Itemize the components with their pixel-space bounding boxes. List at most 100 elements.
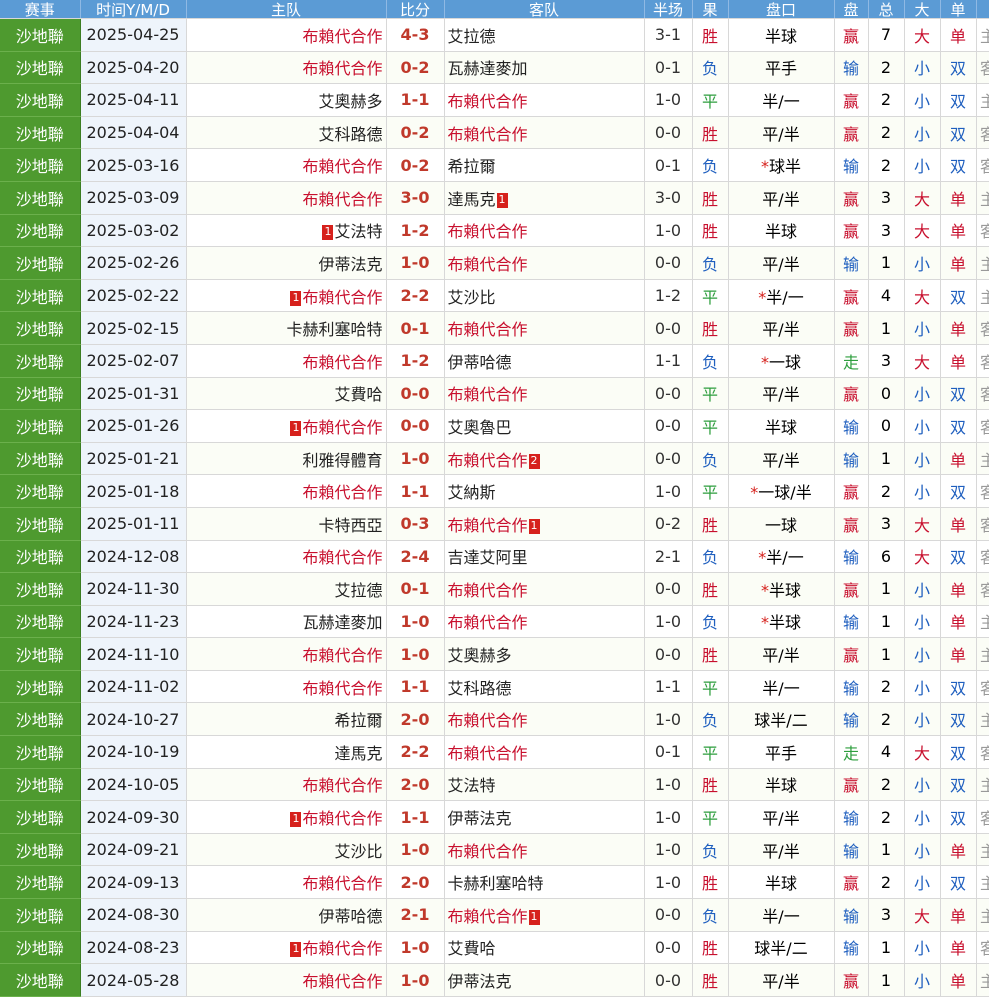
col-handicap[interactable]: 盘口 [728,0,835,19]
league-cell[interactable]: 沙地聯 [0,637,81,671]
away-team-cell[interactable]: 布賴代合作 [444,735,645,769]
away-team-cell[interactable]: 布賴代合作 [444,83,645,117]
home-team-name[interactable]: 希拉爾 [334,711,382,730]
home-team-name[interactable]: 卡赫利塞哈特 [286,320,382,339]
home-team-cell[interactable]: 布賴代合作 [186,670,387,704]
score-cell[interactable]: 0-2 [386,51,445,85]
table-row[interactable]: 沙地聯2024-10-27 希拉爾2-0布賴代合作 1-0负 球半/二 输2小双主 [0,702,989,737]
away-team-cell[interactable]: 布賴代合作 2 [444,442,645,476]
league-cell[interactable]: 沙地聯 [0,214,81,248]
away-team-name[interactable]: 艾奧赫多 [448,646,512,665]
score-cell[interactable]: 0-3 [386,507,445,541]
col-score[interactable]: 比分 [386,0,445,19]
score-cell[interactable]: 1-0 [386,605,445,639]
table-row[interactable]: 沙地聯2025-01-31艾費哈0-0布賴代合作0-0平平/半赢0小双客 [0,377,989,411]
home-team-name[interactable]: 艾費哈 [334,385,382,404]
table-row[interactable]: 沙地聯2024-09-21艾沙比1-0布賴代合作1-0负平/半输1小单主 [0,833,989,867]
table-row[interactable]: 沙地聯2025-04-11 艾奧赫多1-1布賴代合作 1-0平 半/一 赢2小双主 [0,83,989,117]
away-team-name[interactable]: 布賴代合作 [448,451,528,470]
away-team-cell[interactable]: 伊蒂法克 [444,800,645,834]
away-team-name[interactable]: 艾科路德 [448,679,512,698]
away-team-name[interactable]: 布賴代合作 [448,744,528,763]
league-cell[interactable]: 沙地聯 [0,931,81,965]
home-team-cell[interactable]: 1 布賴代合作 [186,409,387,443]
away-team-cell[interactable]: 布賴代合作 [444,572,645,606]
score-cell[interactable]: 0-1 [386,311,445,345]
table-row[interactable]: 沙地聯2024-11-23瓦赫達麥加1-0布賴代合作1-0负*半球输1小单主 [0,605,989,639]
table-row[interactable]: 沙地聯2024-08-231布賴代合作1-0艾費哈0-0胜球半/二输1小单客 [0,931,989,965]
table-row[interactable]: 沙地聯2025-02-26 伊蒂法克1-0布賴代合作 0-0负 平/半 输1小单主 [0,246,989,280]
league-cell[interactable]: 沙地聯 [0,540,81,574]
away-team-cell[interactable]: 艾拉德 [444,18,645,52]
home-team-cell[interactable]: 艾沙比 [186,833,387,867]
away-team-cell[interactable]: 布賴代合作 1 [444,898,645,932]
away-team-cell[interactable]: 布賴代合作 [444,702,645,737]
away-team-cell[interactable]: 艾沙比 [444,279,645,313]
col-home[interactable]: 主队 [186,0,387,19]
score-cell[interactable]: 1-1 [386,670,445,704]
score-cell[interactable]: 0-2 [386,148,445,182]
league-cell[interactable]: 沙地聯 [0,83,81,117]
home-team-name[interactable]: 布賴代合作 [302,288,382,307]
away-team-cell[interactable]: 艾奧魯巴 [444,409,645,443]
score-cell[interactable]: 1-0 [386,442,445,476]
league-cell[interactable]: 沙地聯 [0,311,81,345]
score-cell[interactable]: 0-2 [386,116,445,150]
score-cell[interactable]: 1-1 [386,83,445,117]
away-team-cell[interactable]: 艾費哈 [444,931,645,965]
home-team-cell[interactable]: 布賴代合作 [186,344,387,378]
home-team-cell[interactable]: 瓦赫達麥加 [186,605,387,639]
away-team-name[interactable]: 布賴代合作 [448,842,528,861]
league-cell[interactable]: 沙地聯 [0,474,81,508]
away-team-cell[interactable]: 艾科路德 [444,670,645,704]
home-team-cell[interactable]: 布賴代合作 [186,540,387,574]
away-team-name[interactable]: 布賴代合作 [448,125,528,144]
away-team-name[interactable]: 布賴代合作 [448,907,528,926]
away-team-cell[interactable]: 艾法特 [444,768,645,802]
score-cell[interactable]: 0-0 [386,377,445,411]
league-cell[interactable]: 沙地聯 [0,735,81,769]
league-cell[interactable]: 沙地聯 [0,246,81,280]
table-row[interactable]: 沙地聯2025-01-11卡特西亞0-3布賴代合作10-2胜一球赢3大单客 [0,507,989,541]
score-cell[interactable]: 2-2 [386,735,445,769]
score-cell[interactable]: 1-0 [386,963,445,997]
home-team-name[interactable]: 艾奧赫多 [318,92,382,111]
away-team-cell[interactable]: 布賴代合作 [444,833,645,867]
away-team-name[interactable]: 艾納斯 [448,483,496,502]
home-team-cell[interactable]: 艾科路德 [186,116,387,150]
away-team-cell[interactable]: 布賴代合作 [444,246,645,280]
score-cell[interactable]: 4-3 [386,18,445,52]
score-cell[interactable]: 1-0 [386,246,445,280]
home-team-cell[interactable]: 卡赫利塞哈特 [186,311,387,345]
away-team-name[interactable]: 布賴代合作 [448,711,528,730]
home-team-name[interactable]: 艾沙比 [334,842,382,861]
home-team-cell[interactable]: 艾拉德 [186,572,387,606]
home-team-cell[interactable]: 布賴代合作 [186,474,387,508]
table-row[interactable]: 沙地聯2024-11-30艾拉德0-1布賴代合作0-0胜*半球赢1小单客 [0,572,989,606]
away-team-cell[interactable]: 艾奧赫多 [444,637,645,671]
table-row[interactable]: 沙地聯2024-09-301布賴代合作1-1伊蒂法克1-0平平/半输2小双客 [0,800,989,834]
score-cell[interactable]: 2-0 [386,865,445,900]
table-row[interactable]: 沙地聯2024-09-13 布賴代合作2-0卡赫利塞哈特 1-0胜 半球 赢2小双主 [0,865,989,900]
home-team-cell[interactable]: 卡特西亞 [186,507,387,541]
away-team-name[interactable]: 伊蒂哈德 [448,353,512,372]
home-team-name[interactable]: 布賴代合作 [302,483,382,502]
home-team-cell[interactable]: 布賴代合作 [186,51,387,85]
table-row[interactable]: 沙地聯2025-01-18 布賴代合作1-1艾納斯 1-0平*一球/半赢2小双客 [0,474,989,508]
home-team-name[interactable]: 布賴代合作 [302,353,382,372]
home-team-name[interactable]: 布賴代合作 [302,157,382,176]
league-cell[interactable]: 沙地聯 [0,670,81,704]
home-team-cell[interactable]: 1 艾法特 [186,214,387,248]
league-cell[interactable]: 沙地聯 [0,833,81,867]
home-team-name[interactable]: 布賴代合作 [302,809,382,828]
league-cell[interactable]: 沙地聯 [0,279,81,313]
away-team-name[interactable]: 艾拉德 [448,27,496,46]
home-team-name[interactable]: 艾拉德 [334,581,382,600]
table-row[interactable]: 沙地聯2024-11-10 布賴代合作1-0艾奧赫多 0-0胜 平/半 赢1小单主 [0,637,989,671]
home-team-name[interactable]: 布賴代合作 [302,418,382,437]
score-cell[interactable]: 1-0 [386,931,445,965]
home-team-cell[interactable]: 希拉爾 [186,702,387,737]
score-cell[interactable]: 2-1 [386,898,445,932]
home-team-cell[interactable]: 伊蒂法克 [186,246,387,280]
away-team-name[interactable]: 布賴代合作 [448,92,528,111]
